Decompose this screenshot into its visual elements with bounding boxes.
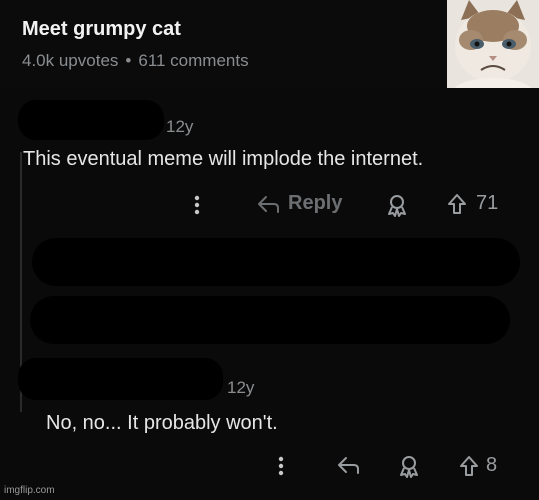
post-thumbnail[interactable] [447,0,539,88]
meta-separator: • [125,51,132,70]
upvote-arrow-icon [448,193,466,214]
post-header[interactable]: Meet grumpy cat 4.0k upvotes • 611 comment… [0,0,539,88]
watermark: imgflip.com [4,485,55,496]
reply-arrow-icon [258,195,279,213]
redacted-username [18,358,223,400]
comment-timestamp: 12y [166,117,194,136]
award-button[interactable] [398,454,420,478]
post-meta: 4.0k upvotes • 611 comments [22,51,249,71]
redacted-comment-line [30,296,510,344]
upvote-button[interactable]: 71 [446,192,498,215]
comment-text: No, no... It probably won't. [46,412,278,434]
more-vertical-icon [194,195,200,215]
redacted-username [18,100,164,140]
reply-arrow-icon [338,457,359,474]
upvote-arrow-icon [460,455,478,476]
reply-button[interactable] [336,454,360,476]
comment-upvote-count: 71 [476,192,499,214]
upvote-count: 4.0k upvotes [22,51,119,70]
comment-text: This eventual meme will implode the inte… [23,148,424,170]
reply-label: Reply [288,192,343,214]
comment-upvote-count: 8 [486,454,498,476]
upvote-button[interactable]: 8 [458,454,497,477]
more-options-button[interactable] [276,455,286,477]
more-options-button[interactable] [192,194,202,216]
redacted-comment-line [32,238,520,286]
award-icon [400,456,418,478]
award-button[interactable] [386,193,408,217]
comment-count[interactable]: 611 comments [138,51,248,70]
post-title[interactable]: Meet grumpy cat [22,18,181,41]
reply-button[interactable]: Reply [256,192,342,215]
grumpy-cat-thumbnail-image [447,0,539,88]
award-icon [388,195,406,217]
more-vertical-icon [278,456,284,476]
comment-timestamp: 12y [227,378,255,397]
